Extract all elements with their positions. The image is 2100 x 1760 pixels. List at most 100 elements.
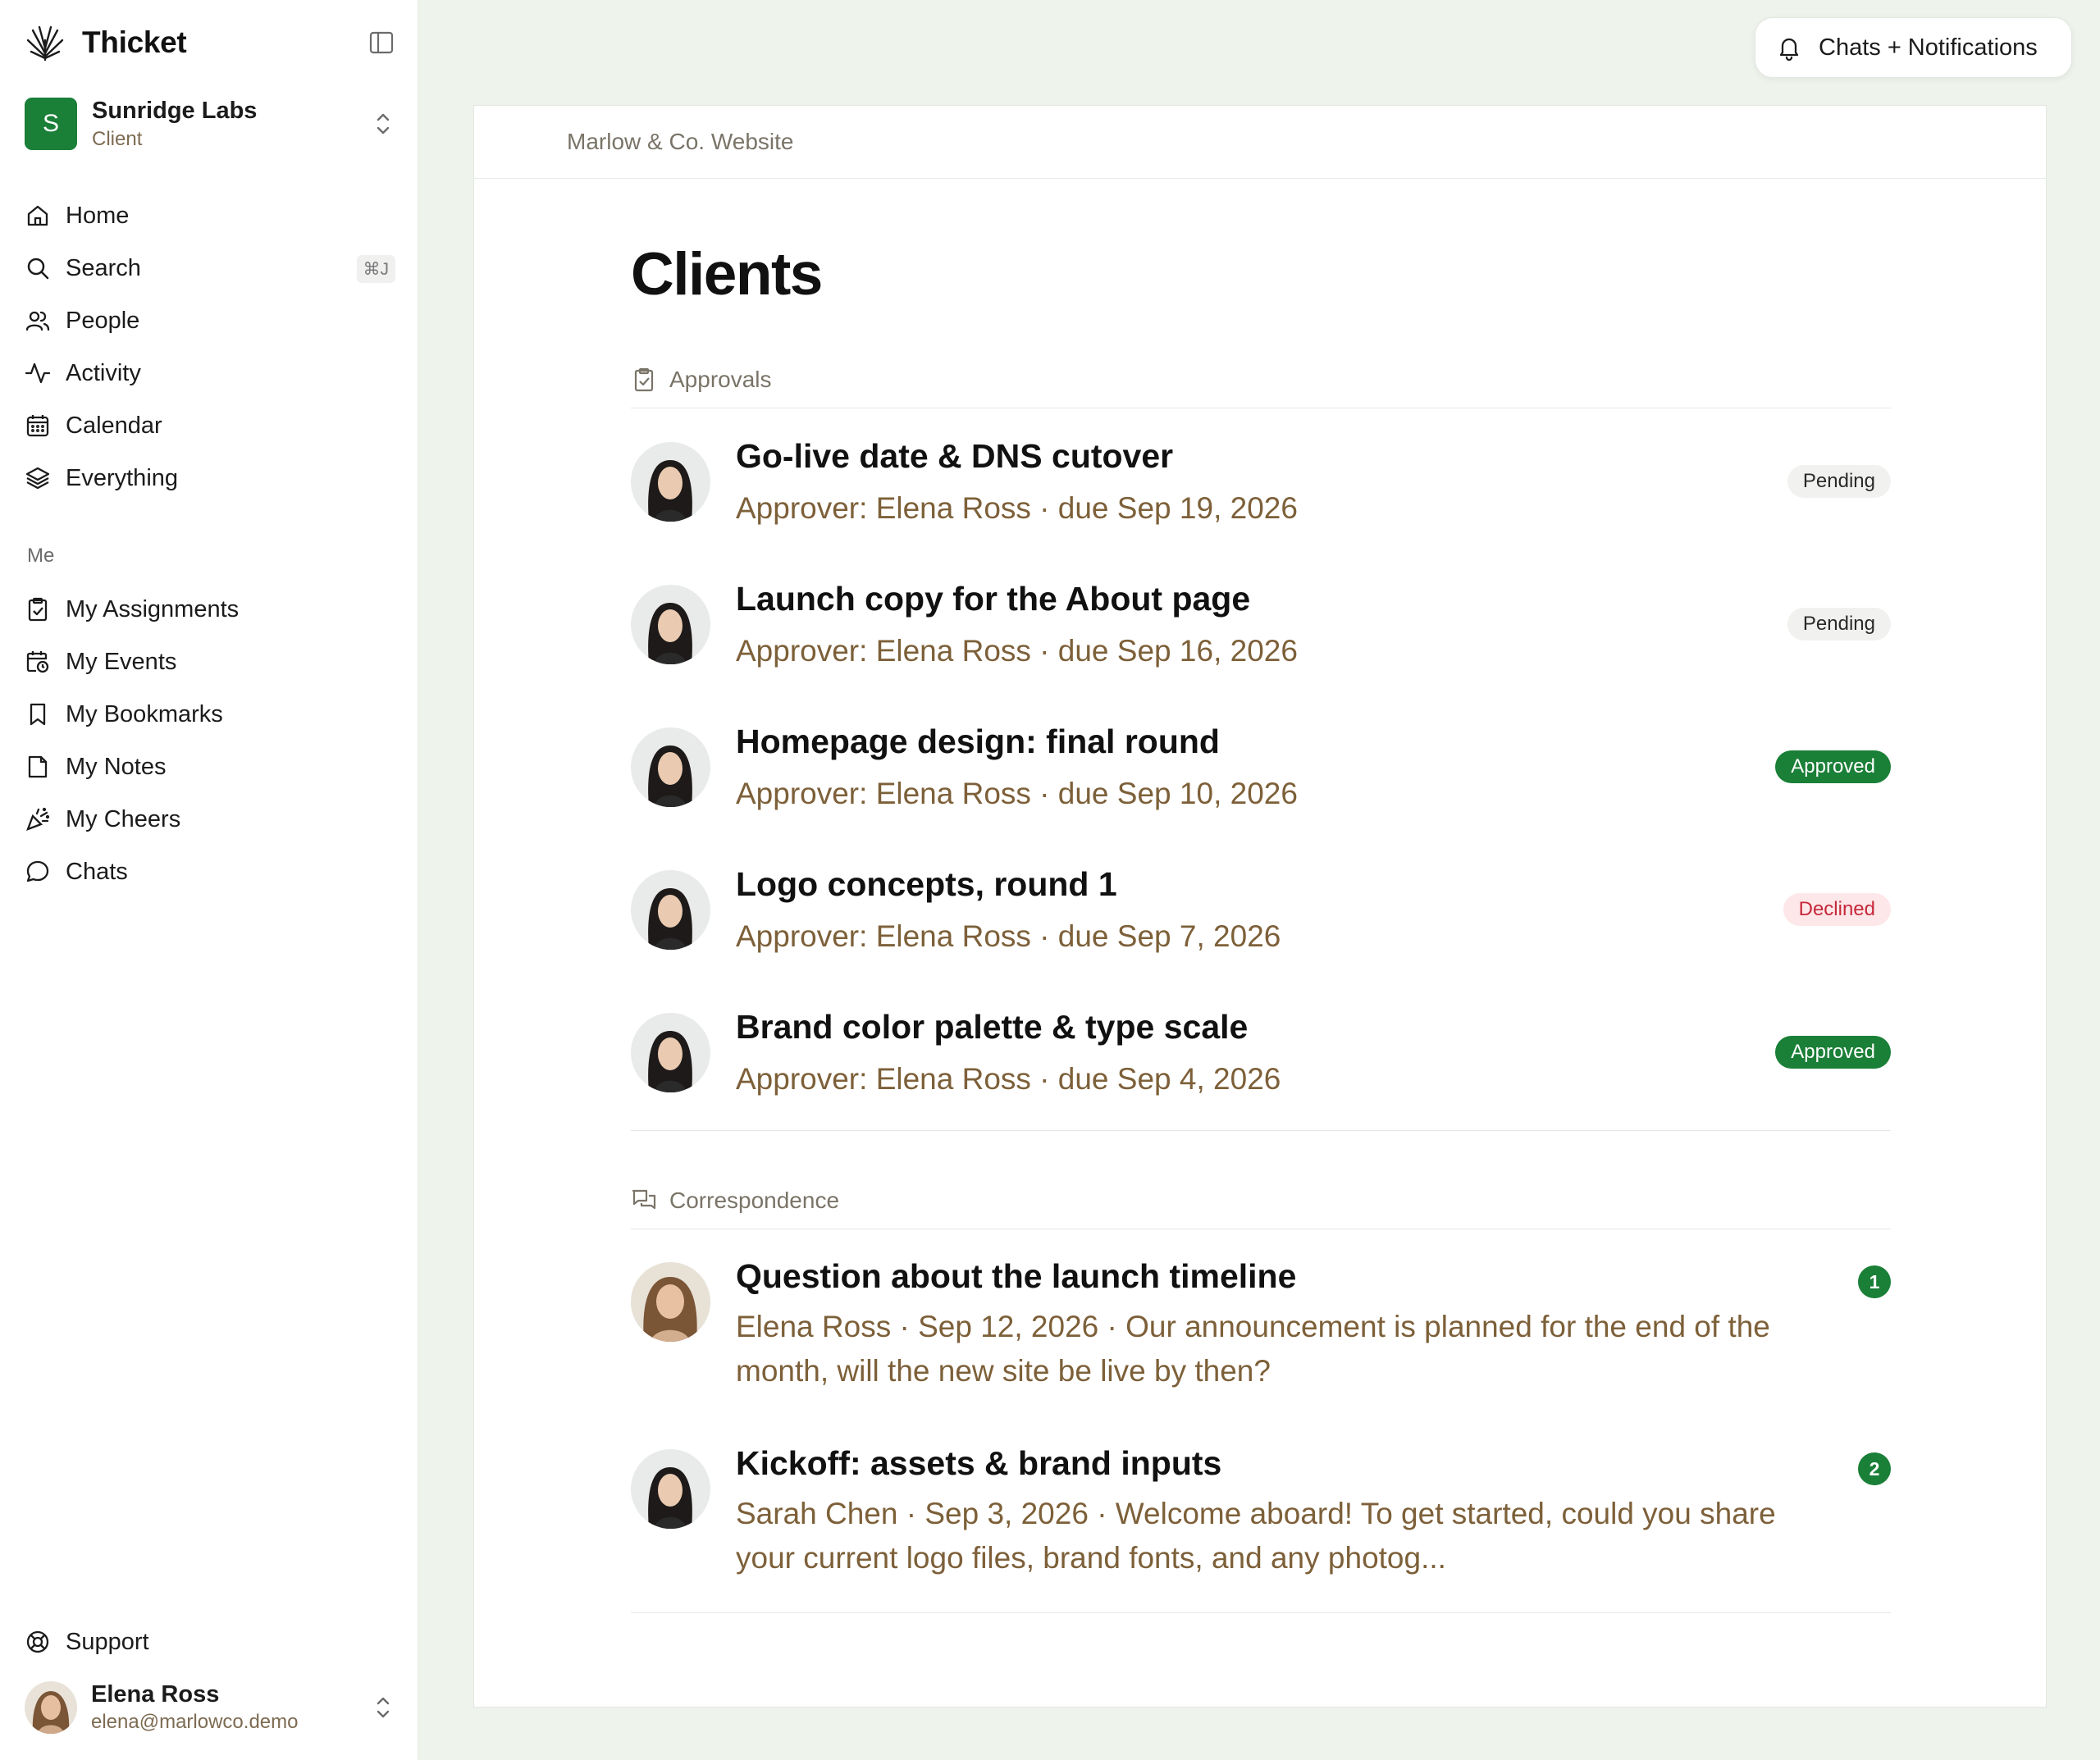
nav-item-chats[interactable]: Chats <box>25 846 395 898</box>
status-badge: Approved <box>1775 750 1891 783</box>
avatar <box>631 442 710 522</box>
approval-subtitle: Approver: Elena Ross · due Sep 4, 2026 <box>736 1062 1281 1096</box>
activity-icon <box>25 362 51 384</box>
approver-avatar-image <box>631 585 710 664</box>
breadcrumb-project[interactable]: Marlow & Co. Website <box>567 129 793 155</box>
user-avatar-image <box>25 1681 77 1734</box>
nav-item-everything[interactable]: Everything <box>25 452 395 504</box>
correspondence-section-header: Correspondence <box>631 1172 1891 1229</box>
unread-count-badge: 2 <box>1858 1452 1891 1485</box>
breadcrumb: Marlow & Co. Website <box>474 106 2046 179</box>
nav-item-label: Chats <box>66 858 128 885</box>
nav-item-label: My Notes <box>66 753 167 780</box>
workspace-role: Client <box>92 127 143 150</box>
messages-icon <box>632 1189 656 1209</box>
chats-notifications-button[interactable]: Chats + Notifications <box>1755 17 2072 78</box>
calendar-clock-icon <box>26 651 49 673</box>
thread-preview: Sarah Chen · Sep 3, 2026 · Welcome aboar… <box>736 1497 1776 1575</box>
sender-avatar-image <box>631 1449 710 1529</box>
nav-item-label: Calendar <box>66 412 162 439</box>
approval-title: Go-live date & DNS cutover <box>736 437 1174 475</box>
nav-item-calendar[interactable]: Calendar <box>25 399 395 452</box>
avatar <box>631 870 710 950</box>
approvals-section-header: Approvals <box>631 351 1891 408</box>
approver-avatar-image <box>631 870 710 950</box>
nav-item-home[interactable]: Home <box>25 189 395 242</box>
workspace-switcher[interactable]: S Sunridge Labs Client <box>25 95 395 153</box>
brand[interactable]: Thicket <box>25 21 187 64</box>
chat-bubble-icon <box>26 860 49 882</box>
nav-item-label: Home <box>66 202 130 229</box>
nav-item-search[interactable]: Search ⌘J <box>25 242 395 294</box>
nav-item-label: People <box>66 307 140 334</box>
nav-item-my-notes[interactable]: My Notes <box>25 741 395 793</box>
sidebar: Thicket S Sunridge Labs Client Home Sear… <box>0 0 418 1760</box>
calendar-icon <box>26 415 49 437</box>
approval-subtitle: Approver: Elena Ross · due Sep 10, 2026 <box>736 777 1298 810</box>
unread-count-badge: 1 <box>1858 1265 1891 1298</box>
party-popper-icon <box>26 807 50 831</box>
note-icon <box>28 755 48 778</box>
search-icon <box>27 258 49 280</box>
chats-notifications-label: Chats + Notifications <box>1819 34 2038 61</box>
layers-icon <box>25 467 50 490</box>
page-title: Clients <box>631 241 823 308</box>
section-heading: Approvals <box>669 366 772 392</box>
avatar <box>631 727 710 807</box>
clipboard-check-icon <box>634 367 654 391</box>
section-label-me: Me <box>27 545 55 567</box>
workspace-name: Sunridge Labs <box>92 97 258 124</box>
nav-item-activity[interactable]: Activity <box>25 347 395 399</box>
nav-item-label: Everything <box>66 464 179 491</box>
search-shortcut: ⌘J <box>356 255 395 283</box>
nav-item-label: My Events <box>66 648 177 675</box>
clipboard-check-icon <box>28 597 48 622</box>
chevron-up-down-icon <box>377 1697 390 1718</box>
approver-avatar-image <box>631 442 710 522</box>
nav-item-label: My Bookmarks <box>66 700 223 727</box>
nav-item-label: My Cheers <box>66 805 181 832</box>
nav-item-label: Search <box>66 254 141 281</box>
me-nav: My Assignments My Events My Bookmarks My… <box>25 583 395 898</box>
thread-title: Kickoff: assets & brand inputs <box>736 1444 1222 1482</box>
user-menu[interactable]: Elena Ross elena@marlowco.demo <box>25 1678 395 1737</box>
approval-subtitle: Approver: Elena Ross · due Sep 7, 2026 <box>736 919 1281 953</box>
user-email: elena@marlowco.demo <box>91 1711 299 1733</box>
chevron-up-down-icon <box>377 113 390 135</box>
home-icon <box>27 205 48 226</box>
thread-title: Question about the launch timeline <box>736 1257 1297 1295</box>
approval-title: Logo concepts, round 1 <box>736 865 1117 903</box>
approval-subtitle: Approver: Elena Ross · due Sep 19, 2026 <box>736 491 1298 525</box>
nav-item-my-bookmarks[interactable]: My Bookmarks <box>25 688 395 741</box>
support-link-wrap: Support <box>25 1616 395 1668</box>
approver-avatar-image <box>631 1013 710 1092</box>
nav-item-support[interactable]: Support <box>25 1616 395 1668</box>
nav-item-people[interactable]: People <box>25 294 395 347</box>
nav-item-my-events[interactable]: My Events <box>25 636 395 688</box>
lifebuoy-icon <box>26 1630 49 1653</box>
approval-title: Brand color palette & type scale <box>736 1008 1249 1046</box>
approval-subtitle: Approver: Elena Ross · due Sep 16, 2026 <box>736 634 1298 668</box>
divider <box>631 1612 1891 1613</box>
avatar <box>25 1681 77 1734</box>
nav-item-label: Activity <box>66 359 141 386</box>
nav-item-my-assignments[interactable]: My Assignments <box>25 583 395 636</box>
nav-item-my-cheers[interactable]: My Cheers <box>25 793 395 846</box>
avatar <box>631 1262 710 1342</box>
sidebar-toggle-icon[interactable] <box>368 29 395 57</box>
bookmark-icon <box>30 703 46 726</box>
status-badge: Approved <box>1775 1036 1891 1069</box>
people-icon <box>25 311 50 331</box>
main-card: Marlow & Co. Website Clients Approvals G… <box>473 105 2047 1708</box>
bell-icon <box>1779 38 1799 61</box>
primary-nav: Home Search ⌘J People Activity Calendar … <box>25 189 395 504</box>
user-name: Elena Ross <box>91 1681 220 1708</box>
thicket-logo-icon <box>26 25 64 62</box>
app-name: Thicket <box>82 25 187 59</box>
divider <box>631 1130 1891 1131</box>
approver-avatar-image <box>631 727 710 807</box>
status-badge: Pending <box>1787 608 1891 641</box>
approval-title: Launch copy for the About page <box>736 580 1251 618</box>
section-heading: Correspondence <box>669 1187 840 1213</box>
status-badge: Pending <box>1787 465 1891 498</box>
